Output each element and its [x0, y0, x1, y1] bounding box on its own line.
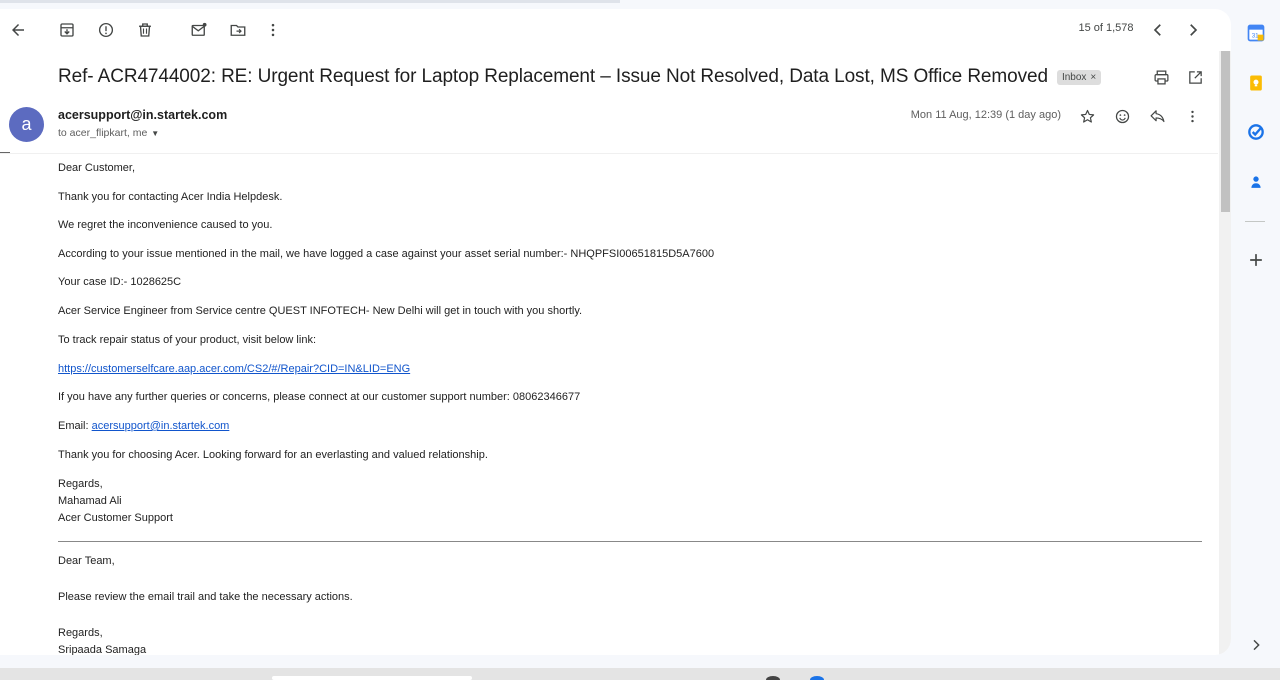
bottom-taskbar: [0, 668, 1280, 680]
mark-unread-icon[interactable]: [189, 18, 209, 42]
taskbar-search-pill[interactable]: [272, 676, 472, 680]
email-line: Email: acersupport@in.startek.com: [58, 419, 229, 433]
header-divider: [0, 153, 1218, 154]
body-line: To track repair status of your product, …: [58, 334, 316, 346]
signature-name-2: Sripaada Samaga: [58, 644, 147, 655]
email-date: Mon 11 Aug, 12:39 (1 day ago): [910, 109, 1061, 121]
star-icon[interactable]: [1077, 105, 1097, 127]
move-to-icon[interactable]: [228, 18, 248, 42]
regards-text: Regards,: [58, 478, 103, 490]
body-line: According to your issue mentioned in the…: [58, 248, 715, 260]
back-arrow-icon[interactable]: [8, 18, 28, 42]
taskbar-app-icon[interactable]: [810, 676, 824, 680]
taskbar-app-icon[interactable]: [766, 676, 780, 680]
message-more-icon[interactable]: [1182, 105, 1202, 127]
show-details-caret-icon[interactable]: ▼: [151, 129, 159, 138]
repair-status-link[interactable]: https://customerselfcare.aap.acer.com/CS…: [58, 362, 410, 376]
remove-label-icon[interactable]: ×: [1090, 72, 1096, 83]
open-new-window-icon[interactable]: [1185, 67, 1205, 87]
print-icon[interactable]: [1151, 67, 1171, 87]
more-vert-icon[interactable]: [263, 18, 283, 42]
next-chevron-icon[interactable]: [1183, 18, 1203, 42]
message-counter: 15 of 1,578: [1078, 22, 1134, 34]
subject-actions: [1151, 67, 1205, 87]
collapse-dash: [0, 152, 10, 153]
email-label: Email:: [58, 420, 89, 432]
body-line: Thank you for contacting Acer India Help…: [58, 191, 283, 203]
side-panel: 31: [1231, 0, 1280, 668]
tasks-icon[interactable]: [1244, 120, 1268, 144]
message-actions: [1077, 105, 1202, 127]
recipients-line: to acer_flipkart, me ▼: [58, 127, 159, 139]
keep-icon[interactable]: [1244, 71, 1268, 95]
sender-address[interactable]: acersupport@in.startek.com: [58, 108, 227, 122]
side-panel-divider: [1245, 221, 1265, 222]
subject-row: Ref- ACR4744002: RE: Urgent Request for …: [58, 64, 1218, 90]
scrollbar-thumb[interactable]: [1221, 51, 1230, 212]
report-spam-icon[interactable]: [96, 18, 116, 42]
contacts-icon[interactable]: [1244, 170, 1268, 194]
add-addon-icon[interactable]: [1244, 248, 1268, 272]
body-line: Acer Service Engineer from Service centr…: [58, 305, 583, 317]
regards-text-2: Regards,: [58, 627, 103, 639]
recipients-text: to acer_flipkart, me: [58, 127, 148, 139]
sender-avatar[interactable]: a: [9, 107, 44, 142]
signature-name: Mahamad Ali: [58, 495, 122, 507]
calendar-icon[interactable]: 31: [1244, 21, 1268, 45]
quoted-divider: [58, 541, 1202, 542]
signature-team: Acer Customer Support: [58, 512, 173, 524]
delete-icon[interactable]: [135, 18, 155, 42]
body-line: Please review the email trail and take t…: [58, 591, 353, 603]
browser-top-strip: [0, 0, 620, 3]
body-greeting: Dear Customer,: [58, 162, 136, 174]
body-line: We regret the inconvenience caused to yo…: [58, 219, 273, 231]
inbox-label-text: Inbox: [1061, 71, 1087, 83]
body-line: Thank you for choosing Acer. Looking for…: [58, 449, 488, 461]
expand-panel-chevron-icon[interactable]: [1244, 633, 1268, 657]
email-subject: Ref- ACR4744002: RE: Urgent Request for …: [58, 66, 1048, 87]
support-email-link[interactable]: acersupport@in.startek.com: [92, 420, 230, 432]
body-line: If you have any further queries or conce…: [58, 391, 581, 403]
emoji-reaction-icon[interactable]: [1112, 105, 1132, 127]
archive-icon[interactable]: [57, 18, 77, 42]
email-view: 15 of 1,578 Ref- ACR4744002: RE: Urgent …: [0, 9, 1231, 655]
reply-icon[interactable]: [1147, 105, 1167, 127]
body-greeting-2: Dear Team,: [58, 555, 115, 567]
calendar-badge: 31: [1252, 33, 1259, 40]
inbox-label-chip[interactable]: Inbox ×: [1056, 69, 1102, 85]
email-toolbar: 15 of 1,578: [0, 9, 1231, 51]
prev-chevron-icon[interactable]: [1148, 18, 1168, 42]
case-id-line: Your case ID:- 1028625C: [58, 276, 182, 288]
